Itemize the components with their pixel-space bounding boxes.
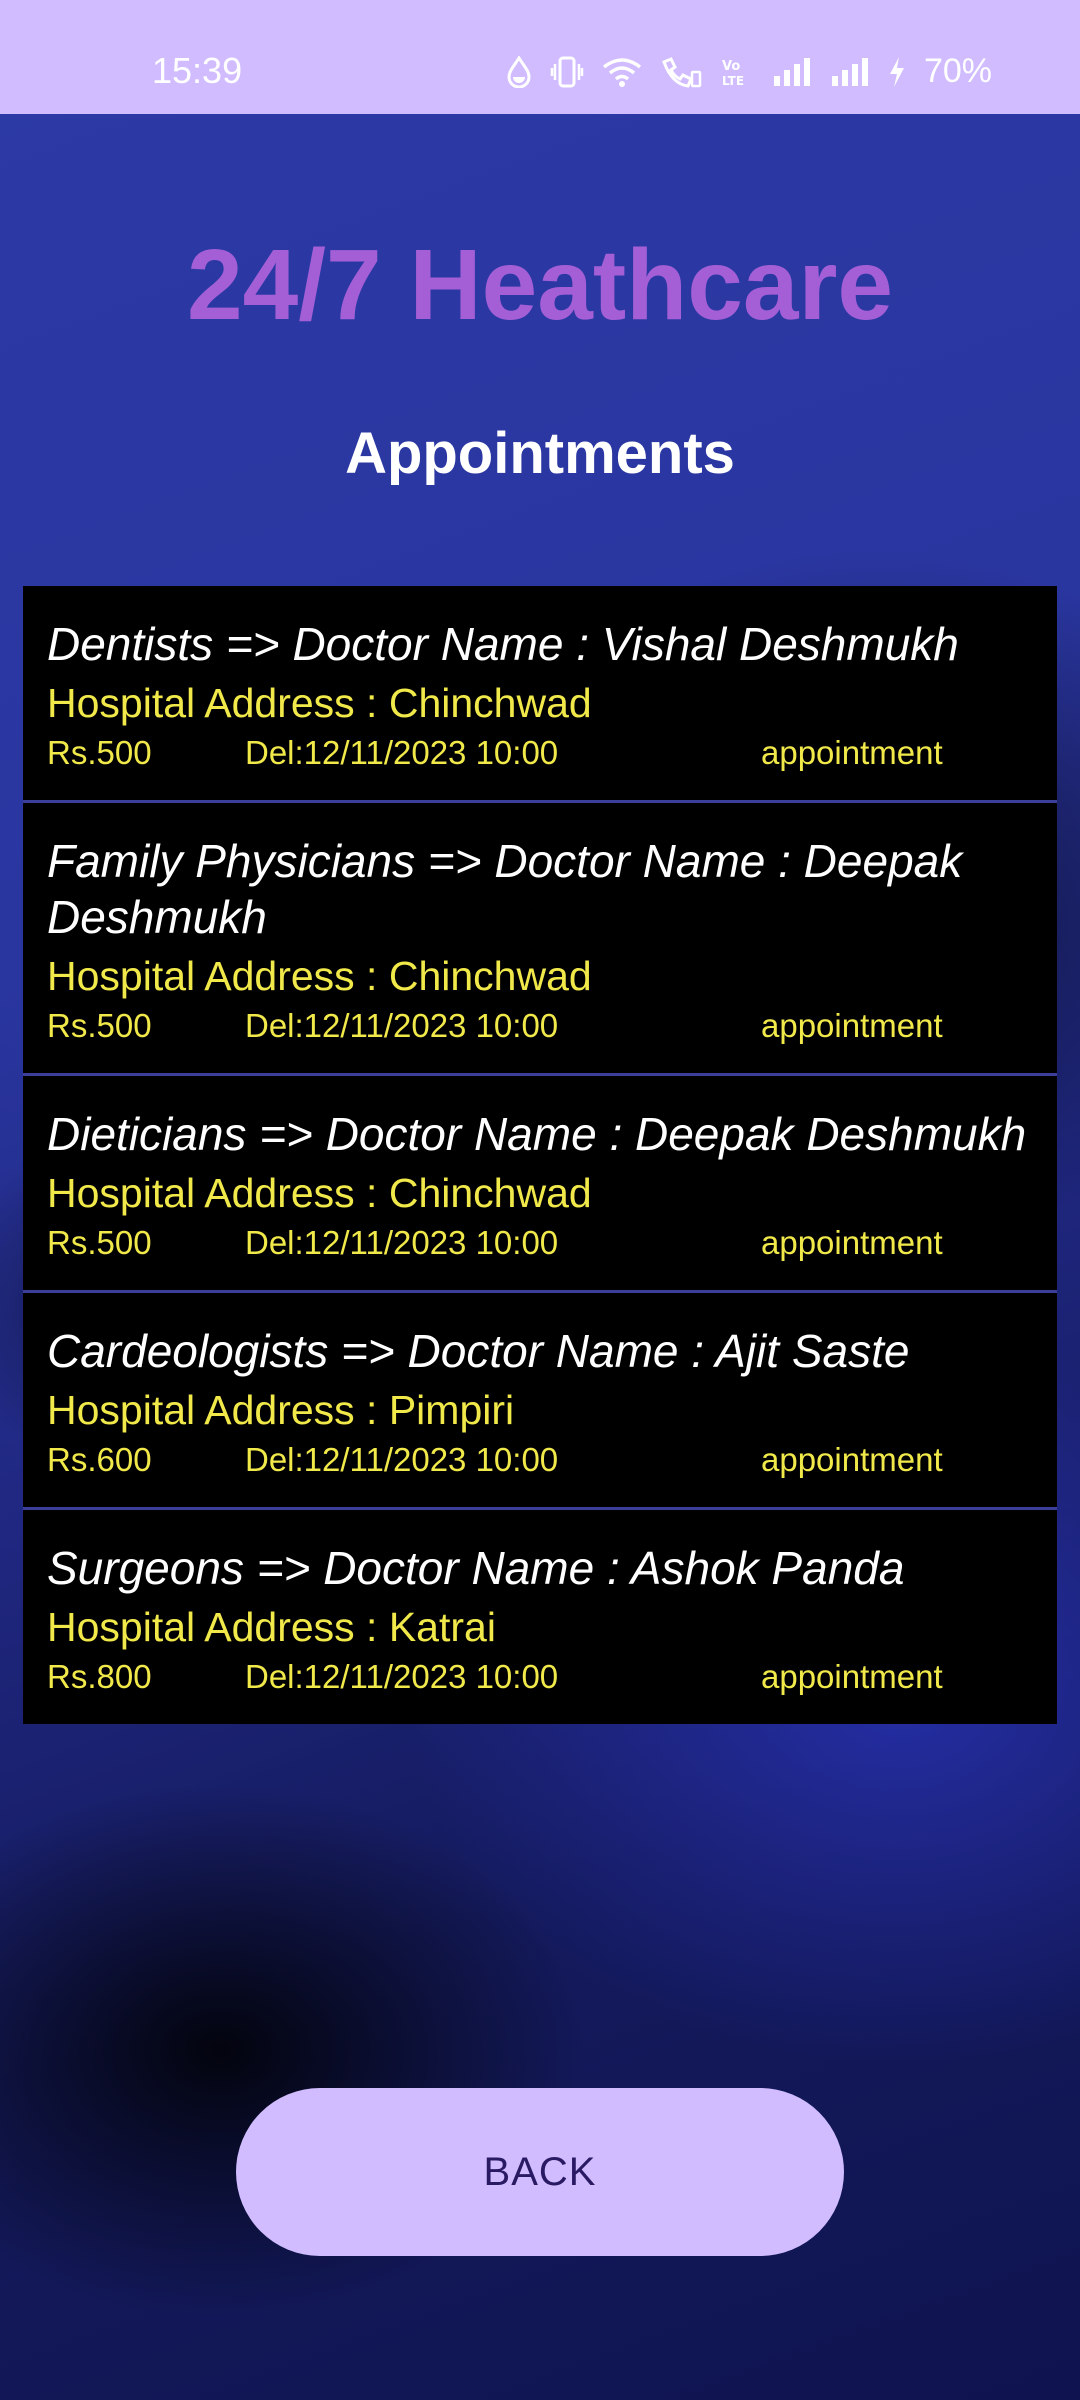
appointment-label: appointment: [761, 734, 943, 771]
hospital-address: Hospital Address : Chinchwad: [47, 1170, 592, 1216]
charging-icon: [888, 56, 906, 88]
appointment-meta: Rs.500 Del:12/11/2023 10:00 appointment: [47, 1224, 1033, 1268]
hospital-address: Hospital Address : Chinchwad: [47, 953, 592, 999]
water-drop-icon: [506, 55, 532, 88]
status-icons: Vo LTE 70%: [506, 52, 992, 91]
appointment-meta: Rs.500 Del:12/11/2023 10:00 appointment: [47, 734, 1033, 778]
doctor-name: Dentists => Doctor Name : Vishal Deshmuk…: [47, 618, 959, 670]
appointment-label: appointment: [761, 1007, 943, 1044]
date-text: Del:12/11/2023 10:00: [245, 1441, 559, 1478]
appointments-list[interactable]: Dentists => Doctor Name : Vishal Deshmuk…: [23, 586, 1057, 1724]
signal-icon: [830, 56, 870, 88]
doctor-name: Surgeons => Doctor Name : Ashok Panda: [47, 1542, 905, 1594]
list-item[interactable]: Dentists => Doctor Name : Vishal Deshmuk…: [23, 586, 1057, 803]
appointment-meta: Rs.600 Del:12/11/2023 10:00 appointment: [47, 1441, 1033, 1485]
doctor-name: Family Physicians => Doctor Name : Deepa…: [47, 835, 963, 943]
hospital-address: Hospital Address : Katrai: [47, 1604, 496, 1650]
fee-text: Rs.500: [47, 1224, 152, 1261]
svg-text:Vo: Vo: [722, 59, 740, 74]
signal-icon: [772, 56, 812, 88]
page-title: Appointments: [345, 421, 735, 486]
list-item[interactable]: Dieticians => Doctor Name : Deepak Deshm…: [23, 1076, 1057, 1293]
hospital-address: Hospital Address : Pimpiri: [47, 1387, 515, 1433]
appointment-meta: Rs.800 Del:12/11/2023 10:00 appointment: [47, 1658, 1033, 1702]
doctor-name: Cardeologists => Doctor Name : Ajit Sast…: [47, 1325, 910, 1377]
volte-icon: Vo LTE: [720, 56, 754, 88]
fee-text: Rs.600: [47, 1441, 152, 1478]
status-time: 15:39: [152, 50, 243, 91]
app-title: 24/7 Heathcare: [186, 229, 893, 341]
doctor-name: Dieticians => Doctor Name : Deepak Deshm…: [47, 1108, 1027, 1160]
date-text: Del:12/11/2023 10:00: [245, 1658, 559, 1695]
list-item[interactable]: Cardeologists => Doctor Name : Ajit Sast…: [23, 1293, 1057, 1510]
appointment-label: appointment: [761, 1441, 943, 1478]
battery-percentage: 70%: [923, 52, 992, 90]
list-item[interactable]: Family Physicians => Doctor Name : Deepa…: [23, 803, 1057, 1076]
date-text: Del:12/11/2023 10:00: [245, 1224, 559, 1261]
fee-text: Rs.500: [47, 1007, 152, 1044]
appointment-label: appointment: [761, 1224, 943, 1261]
wifi-calling-icon: [660, 56, 702, 88]
back-button[interactable]: BACK: [236, 2088, 844, 2256]
vibrate-icon: [550, 56, 584, 88]
status-bar: 15:39 Vo LTE 70%: [0, 0, 1080, 114]
svg-text:LTE: LTE: [722, 74, 744, 88]
fee-text: Rs.500: [47, 734, 152, 771]
hospital-address: Hospital Address : Chinchwad: [47, 680, 592, 726]
list-item[interactable]: Surgeons => Doctor Name : Ashok Panda Ho…: [23, 1510, 1057, 1724]
appointment-meta: Rs.500 Del:12/11/2023 10:00 appointment: [47, 1007, 1033, 1051]
date-text: Del:12/11/2023 10:00: [245, 1007, 559, 1044]
wifi-icon: [602, 56, 642, 88]
fee-text: Rs.800: [47, 1658, 152, 1695]
date-text: Del:12/11/2023 10:00: [245, 734, 559, 771]
appointment-label: appointment: [761, 1658, 943, 1695]
